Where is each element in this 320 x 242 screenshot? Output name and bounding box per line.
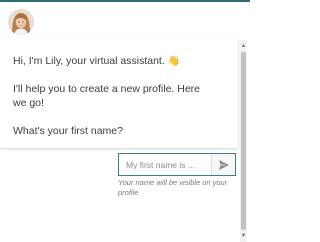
intro-message: I'll help you to create a new profile. H… [13, 83, 201, 109]
first-name-input-group [118, 153, 236, 176]
greeting-message: Hi, I'm Lily, your virtual assistant. 👋 [13, 54, 180, 69]
first-name-input[interactable] [119, 154, 211, 175]
vertical-scrollbar[interactable]: ▲ ▼ [240, 40, 247, 242]
input-hint: Your name will be visible on your profil… [118, 178, 228, 197]
scroll-down-arrow[interactable]: ▼ [240, 232, 247, 240]
send-button[interactable] [211, 154, 235, 175]
top-accent-bar [0, 0, 250, 2]
question-message: What's your first name? [13, 125, 123, 137]
scroll-up-arrow[interactable]: ▲ [240, 42, 247, 50]
assistant-avatar [8, 9, 34, 35]
woman-portrait-icon [8, 9, 34, 35]
greeting-text: Hi, I'm Lily, your virtual assistant. [13, 55, 165, 67]
waving-hand-icon: 👋 [167, 56, 181, 67]
scrollbar-thumb[interactable] [241, 52, 246, 230]
paper-plane-icon [218, 159, 229, 170]
